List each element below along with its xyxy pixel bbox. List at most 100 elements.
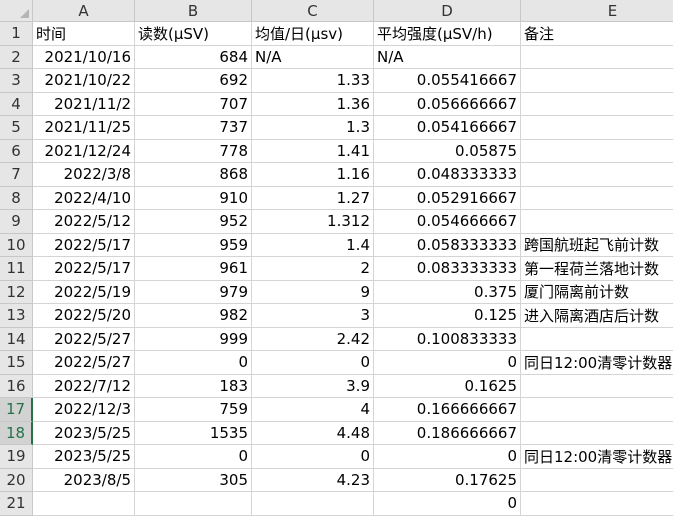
row-header[interactable]: 3 [0,69,33,93]
cell-a[interactable]: 2021/11/25 [33,116,135,140]
row-header[interactable]: 12 [0,280,33,304]
cell-e[interactable] [521,469,673,492]
cell-c[interactable]: 1.27 [252,186,374,210]
row-header[interactable]: 13 [0,304,33,328]
cell-c[interactable] [252,492,374,516]
cell-e[interactable] [521,398,673,422]
row-header[interactable]: 6 [0,139,33,163]
cell-c[interactable]: 1.36 [252,92,374,116]
cell-d[interactable]: 0.375 [374,280,521,304]
cell-a[interactable]: 2022/5/20 [33,304,135,328]
row-header[interactable]: 15 [0,351,33,375]
cell-e[interactable] [521,69,673,93]
cell-a[interactable]: 2022/3/8 [33,163,135,187]
cell-e[interactable]: 厦门隔离前计数 [521,281,673,304]
cell-b[interactable]: 778 [135,139,252,163]
cell-e[interactable] [521,328,673,351]
cell-c[interactable]: 1.16 [252,163,374,187]
cell-b[interactable]: 684 [135,45,252,69]
cell-d[interactable]: 0.186666667 [374,421,521,445]
cell-b[interactable]: 999 [135,327,252,351]
cell-d[interactable]: 0 [374,351,521,375]
cell-c[interactable]: 9 [252,280,374,304]
cell-e[interactable] [521,140,673,163]
cell-e[interactable] [521,422,673,445]
cell-d[interactable]: N/A [374,45,521,69]
cell-d[interactable]: 0.052916667 [374,186,521,210]
cell-b[interactable]: 737 [135,116,252,140]
cell-c[interactable]: N/A [252,45,374,69]
cell-d[interactable]: 0.05875 [374,139,521,163]
cell-a[interactable]: 2022/5/19 [33,280,135,304]
cell-e[interactable] [521,210,673,234]
cell-e[interactable]: 跨国航班起飞前计数 [521,234,673,257]
cell-e[interactable] [521,163,673,187]
cell-a[interactable]: 2022/5/17 [33,233,135,257]
cell-e[interactable] [521,375,673,398]
row-header[interactable]: 19 [0,445,33,469]
cell-b[interactable]: 1535 [135,421,252,445]
cell-b[interactable]: 952 [135,210,252,234]
cell-b[interactable]: 759 [135,398,252,422]
cell-a[interactable]: 2022/5/27 [33,351,135,375]
column-header-e[interactable]: E [521,0,673,22]
cell-c[interactable]: 3.9 [252,374,374,398]
cell-c[interactable]: 2 [252,257,374,281]
cell-c[interactable]: 4 [252,398,374,422]
cell-e[interactable]: 同日12:00清零计数器 [521,445,673,469]
row-header[interactable]: 2 [0,45,33,69]
cell-d[interactable]: 0 [374,492,521,516]
cell-b[interactable]: 959 [135,233,252,257]
cell-a[interactable]: 时间 [33,22,135,46]
cell-a[interactable]: 2023/8/5 [33,468,135,492]
cell-c[interactable]: 0 [252,351,374,375]
cell-a[interactable] [33,492,135,516]
cell-b[interactable]: 910 [135,186,252,210]
cell-e[interactable] [521,492,673,516]
cell-b[interactable]: 979 [135,280,252,304]
cell-a[interactable]: 2021/11/2 [33,92,135,116]
cell-d[interactable]: 平均强度(μSV/h) [374,22,521,46]
cell-d[interactable]: 0.058333333 [374,233,521,257]
cell-b[interactable]: 868 [135,163,252,187]
cell-c[interactable]: 1.4 [252,233,374,257]
cell-c[interactable]: 1.3 [252,116,374,140]
cell-d[interactable]: 0.055416667 [374,69,521,93]
cell-e[interactable]: 进入隔离酒店后计数 [521,304,673,328]
cell-b[interactable]: 961 [135,257,252,281]
row-header[interactable]: 17 [0,398,33,422]
cell-d[interactable]: 0.056666667 [374,92,521,116]
cell-d[interactable]: 0.17625 [374,468,521,492]
cell-e[interactable]: 备注 [521,22,673,46]
row-header[interactable]: 16 [0,374,33,398]
cell-b[interactable]: 305 [135,468,252,492]
cell-c[interactable]: 1.41 [252,139,374,163]
cell-e[interactable] [521,187,673,210]
cell-b[interactable]: 0 [135,351,252,375]
cell-d[interactable]: 0.083333333 [374,257,521,281]
cell-a[interactable]: 2022/5/27 [33,327,135,351]
cell-a[interactable]: 2022/12/3 [33,398,135,422]
cell-c[interactable]: 均值/日(μsv) [252,22,374,46]
column-header-a[interactable]: A [33,0,135,22]
cell-a[interactable]: 2022/4/10 [33,186,135,210]
row-header[interactable]: 7 [0,163,33,187]
cell-a[interactable]: 2023/5/25 [33,421,135,445]
cell-d[interactable]: 0 [374,445,521,469]
row-header[interactable]: 1 [0,22,33,46]
cell-a[interactable]: 2021/10/16 [33,45,135,69]
cell-d[interactable]: 0.166666667 [374,398,521,422]
row-header[interactable]: 21 [0,492,33,516]
cell-d[interactable]: 0.1625 [374,374,521,398]
cell-e[interactable] [521,46,673,69]
row-header[interactable]: 14 [0,327,33,351]
cell-c[interactable]: 4.23 [252,468,374,492]
cell-d[interactable]: 0.054166667 [374,116,521,140]
cell-b[interactable]: 读数(μSV) [135,22,252,46]
cell-a[interactable]: 2022/7/12 [33,374,135,398]
column-header-d[interactable]: D [374,0,521,22]
cell-d[interactable]: 0.125 [374,304,521,328]
cell-a[interactable]: 2023/5/25 [33,445,135,469]
cell-d[interactable]: 0.100833333 [374,327,521,351]
row-header[interactable]: 9 [0,210,33,234]
